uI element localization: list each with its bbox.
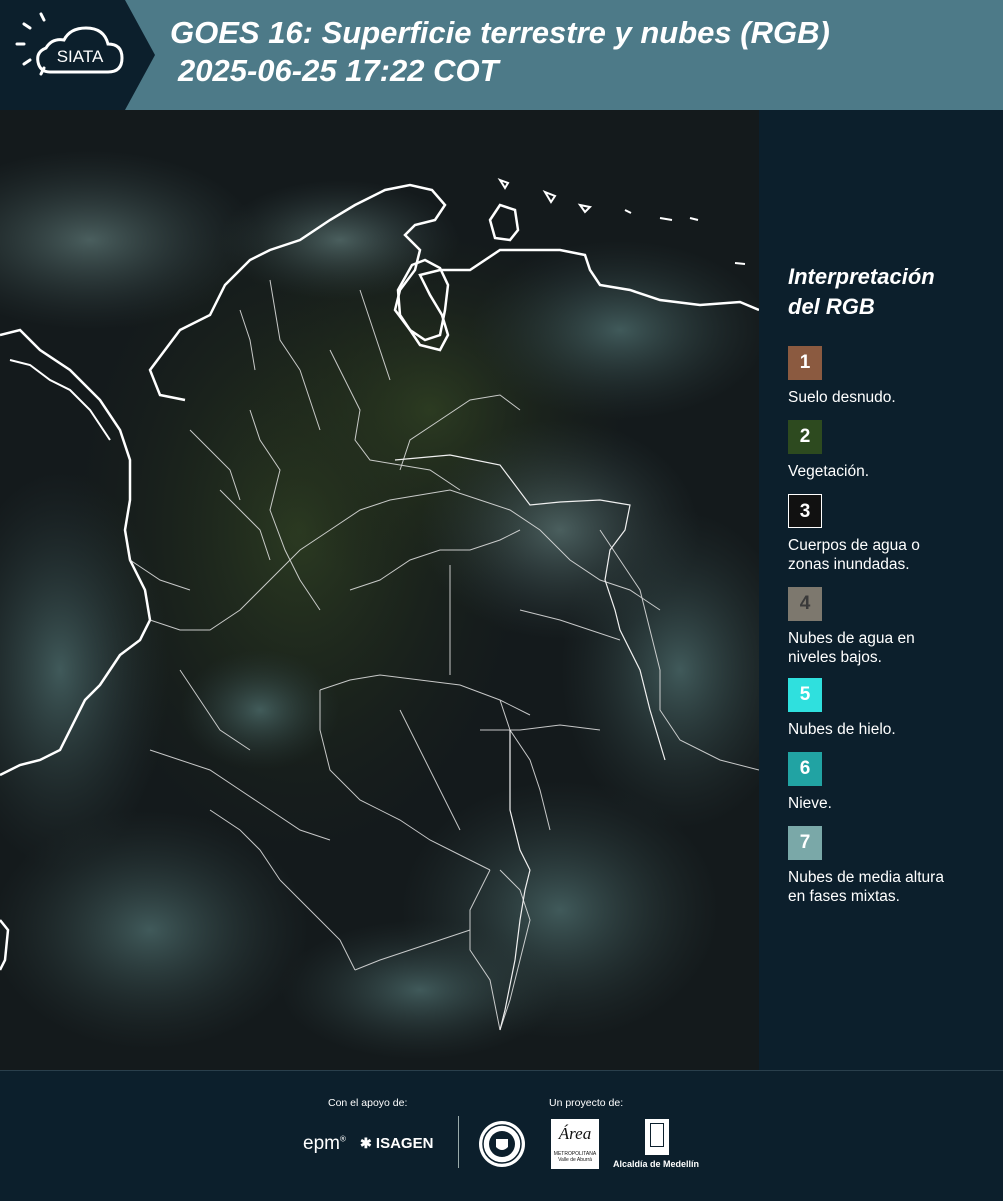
area-metropolitana-sub2: Valle de Aburrá — [558, 1157, 592, 1163]
legend-swatch-6: 6 — [788, 752, 822, 786]
legend-text-4-line-2: niveles bajos. — [788, 649, 882, 666]
isagen-logo-text: ISAGEN — [375, 1135, 434, 1152]
legend-text-4: Nubes de agua en niveles bajos. — [788, 629, 998, 667]
legend-text-3: Cuerpos de agua o zonas inundadas. — [788, 536, 998, 574]
legend-text-3-line-1: Cuerpos de agua o — [788, 537, 920, 554]
legend-swatch-7: 7 — [788, 826, 822, 860]
area-metropolitana-text: Área — [558, 1124, 592, 1143]
legend-panel: Interpretación del RGB 1 Suelo desnudo. … — [760, 110, 1003, 1070]
support-label: Con el apoyo de: — [328, 1097, 408, 1109]
legend-title-line-2: del RGB — [788, 294, 875, 319]
footer-divider — [458, 1116, 459, 1168]
epm-logo-text: epm — [303, 1133, 340, 1154]
legend-item-3: 3 Cuerpos de agua o zonas inundadas. — [788, 494, 998, 574]
page-title: GOES 16: Superficie terrestre y nubes (R… — [170, 14, 830, 90]
legend-text-4-line-1: Nubes de agua en — [788, 630, 915, 647]
legend-swatch-5: 5 — [788, 678, 822, 712]
legend-swatch-1: 1 — [788, 346, 822, 380]
satellite-map — [0, 110, 759, 1070]
legend-text-6-line-1: Nieve. — [788, 795, 832, 812]
isagen-icon: ✱ — [360, 1135, 372, 1151]
project-label: Un proyecto de: — [549, 1097, 624, 1109]
isagen-logo: ✱ ISAGEN — [360, 1135, 433, 1152]
legend-text-6: Nieve. — [788, 794, 998, 813]
legend-swatch-3: 3 — [788, 494, 822, 528]
header-bar: SIATA GOES 16: Superficie terrestre y nu… — [0, 0, 1003, 110]
legend-text-1: Suelo desnudo. — [788, 388, 998, 407]
legend-text-7-line-1: Nubes de media altura — [788, 869, 944, 886]
legend-text-3-line-2: zonas inundadas. — [788, 556, 910, 573]
legend-text-7: Nubes de media altura en fases mixtas. — [788, 868, 998, 906]
legend-text-2: Vegetación. — [788, 462, 998, 481]
logo-text: SIATA — [57, 47, 104, 66]
legend-title: Interpretación del RGB — [788, 262, 935, 322]
siata-logo: SIATA — [0, 0, 155, 110]
legend-text-7-line-2: en fases mixtas. — [788, 888, 900, 905]
medellin-seal-icon — [479, 1121, 525, 1167]
title-line-1: GOES 16: Superficie terrestre y nubes (R… — [170, 15, 830, 50]
legend-item-4: 4 Nubes de agua en niveles bajos. — [788, 587, 998, 667]
legend-item-6: 6 Nieve. — [788, 752, 998, 813]
legend-item-1: 1 Suelo desnudo. — [788, 346, 998, 407]
legend-swatch-4: 4 — [788, 587, 822, 621]
alcaldia-label: Alcaldía de Medellín — [613, 1159, 700, 1169]
legend-item-2: 2 Vegetación. — [788, 420, 998, 481]
epm-logo: epm® — [303, 1133, 346, 1154]
footer: Con el apoyo de: Un proyecto de: epm® ✱ … — [0, 1070, 1003, 1201]
area-metropolitana-logo: Área METROPOLITANA Valle de Aburrá — [551, 1119, 599, 1169]
legend-text-5-line-1: Nubes de hielo. — [788, 721, 896, 738]
legend-title-line-1: Interpretación — [788, 264, 935, 289]
legend-item-7: 7 Nubes de media altura en fases mixtas. — [788, 826, 998, 906]
title-line-2: 2025-06-25 17:22 COT — [178, 53, 499, 88]
legend-swatch-2: 2 — [788, 420, 822, 454]
legend-text-2-line-1: Vegetación. — [788, 463, 870, 480]
alcaldia-shield-icon — [645, 1119, 669, 1155]
legend-item-5: 5 Nubes de hielo. — [788, 678, 998, 739]
legend-text-1-line-1: Suelo desnudo. — [788, 389, 896, 406]
legend-text-5: Nubes de hielo. — [788, 720, 998, 739]
